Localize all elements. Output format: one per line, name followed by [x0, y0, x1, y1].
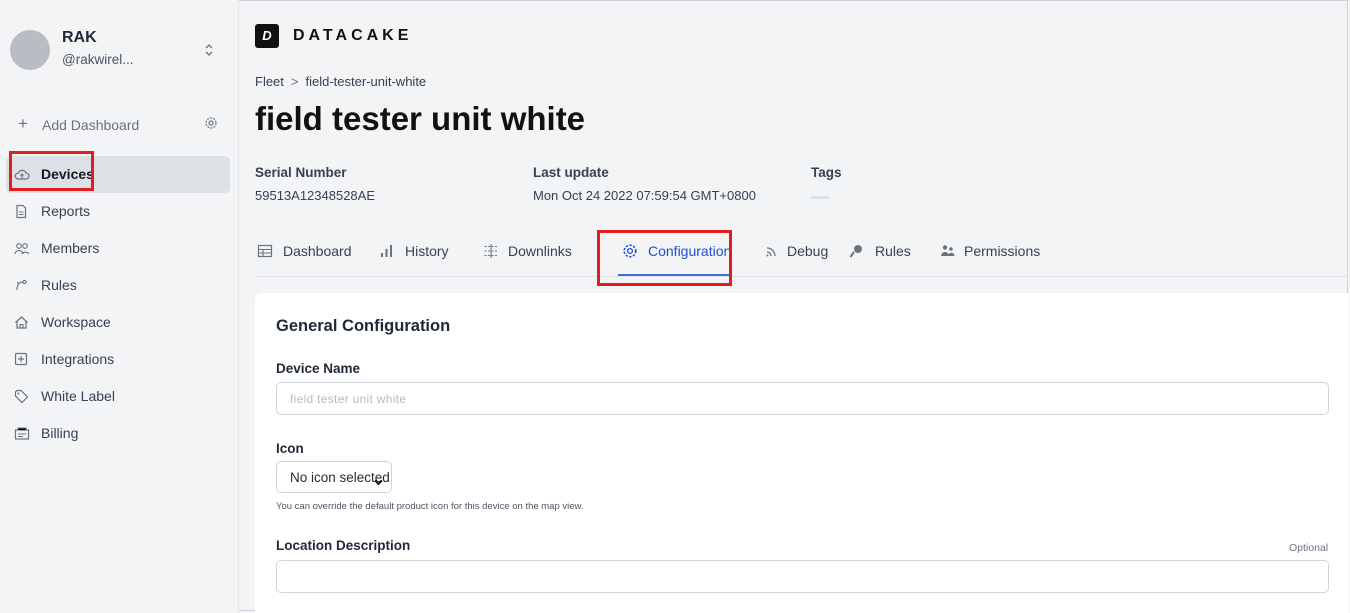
home-icon	[14, 315, 29, 330]
add-dashboard-button[interactable]: + Add Dashboard	[18, 114, 224, 136]
sidebar-item-white-label[interactable]: White Label	[6, 378, 230, 415]
account-switcher[interactable]: RAK @rakwirel...	[10, 28, 230, 72]
billing-icon	[14, 426, 30, 441]
sidebar-item-label: Rules	[41, 277, 77, 293]
sidebar-item-label: White Label	[41, 388, 115, 404]
rss-icon	[764, 243, 780, 259]
sidebar-nav: Devices Reports Members Rules Workspace …	[6, 156, 230, 452]
rules-icon	[849, 243, 865, 259]
plus-square-icon	[14, 352, 29, 367]
tag-icon	[14, 389, 29, 404]
sidebar-item-label: Members	[41, 240, 100, 256]
chevron-up-down-icon[interactable]	[202, 42, 216, 60]
tags-label: Tags	[811, 165, 842, 180]
serial-number-label: Serial Number	[255, 165, 347, 180]
highlight-configuration	[597, 230, 732, 286]
sidebar-item-members[interactable]: Members	[6, 230, 230, 267]
brand-name: DATACAKE	[293, 27, 413, 44]
breadcrumb-fleet[interactable]: Fleet	[255, 74, 284, 89]
breadcrumb: Fleet > field-tester-unit-white	[255, 74, 426, 89]
tags-empty-placeholder[interactable]	[811, 196, 829, 199]
icon-select[interactable]: No icon selected	[276, 461, 392, 493]
users-icon	[940, 243, 956, 259]
sidebar: RAK @rakwirel... + Add Dashboard Devices…	[0, 0, 239, 613]
device-tabs: Dashboard History Downlinks Configuratio…	[255, 232, 1349, 277]
avatar	[10, 30, 50, 70]
serial-number-value: 59513A12348528AE	[255, 188, 376, 203]
sidebar-item-workspace[interactable]: Workspace	[6, 304, 230, 341]
icon-help-text: You can override the default product ico…	[276, 501, 584, 512]
device-name-field[interactable]: field tester unit white	[276, 382, 1329, 415]
device-name-label: Device Name	[276, 361, 361, 376]
add-dashboard-label: Add Dashboard	[42, 117, 140, 133]
section-heading: General Configuration	[276, 317, 451, 335]
page-title: field tester unit white	[255, 104, 586, 134]
account-handle: @rakwirel...	[62, 52, 134, 67]
sidebar-item-label: Workspace	[41, 314, 111, 330]
breadcrumb-current[interactable]: field-tester-unit-white	[306, 74, 427, 89]
plus-icon: +	[18, 114, 28, 133]
sidebar-item-billing[interactable]: Billing	[6, 415, 230, 452]
document-icon	[14, 204, 29, 219]
location-description-label: Location Description	[276, 538, 411, 553]
optional-hint: Optional	[1289, 542, 1329, 554]
sidebar-item-label: Billing	[41, 425, 79, 441]
chevron-down-icon	[374, 474, 383, 486]
main-content: D DATACAKE Fleet > field-tester-unit-white…	[239, 0, 1349, 613]
sidebar-item-reports[interactable]: Reports	[6, 193, 230, 230]
highlight-devices	[9, 151, 94, 191]
gear-icon[interactable]	[204, 116, 218, 130]
bar-chart-icon	[379, 243, 395, 259]
sidebar-item-rules[interactable]: Rules	[6, 267, 230, 304]
last-update-value: Mon Oct 24 2022 07:59:54 GMT+0800	[533, 188, 756, 203]
account-name: RAK	[62, 29, 97, 46]
sidebar-item-label: Integrations	[41, 351, 115, 367]
last-update-label: Last update	[533, 165, 609, 180]
breadcrumb-separator: >	[290, 74, 299, 89]
downlink-icon	[483, 243, 499, 259]
general-configuration-panel: General Configuration Device Name field …	[255, 293, 1349, 613]
table-icon	[257, 243, 273, 259]
icon-label: Icon	[276, 441, 304, 456]
sidebar-item-integrations[interactable]: Integrations	[6, 341, 230, 378]
location-description-field[interactable]	[276, 560, 1329, 593]
sidebar-item-label: Reports	[41, 203, 91, 219]
users-icon	[14, 241, 30, 256]
datacake-logo-icon: D	[255, 24, 279, 48]
rules-icon	[14, 278, 29, 293]
